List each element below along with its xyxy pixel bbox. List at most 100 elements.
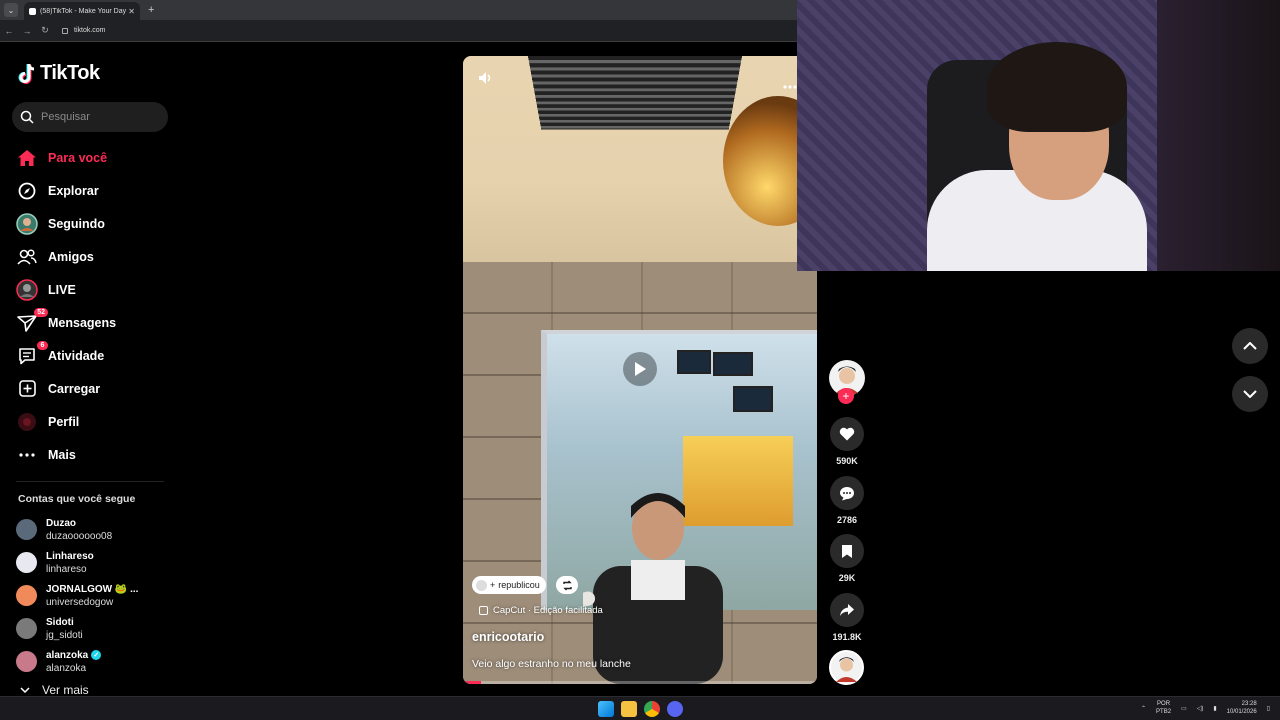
account-handle: alanzoka [46,662,87,674]
language-indicator[interactable]: POR PTB2 [1156,700,1171,716]
avatar [16,585,37,606]
activity-badge: 6 [37,340,48,350]
video-progress-bar[interactable] [463,681,817,684]
url-text: tiktok.com [74,27,106,34]
file-explorer-icon[interactable] [621,701,637,717]
see-more-link[interactable]: Ver mais [20,683,89,697]
volume-tray-icon[interactable]: ◁) [1197,705,1204,712]
account-name: Sidoti [46,616,74,628]
repost-plus-icon: + [490,580,496,590]
like-action[interactable]: 590K [828,417,866,466]
nav-messages[interactable]: 52 Mensagens [14,306,174,339]
bookmark-icon [842,544,852,558]
nav-profile[interactable]: Perfil [14,405,174,438]
nav-more[interactable]: Mais [14,438,174,471]
tiktok-logo[interactable]: TikTok [18,62,100,85]
account-item[interactable]: Duzao duzaoooooo08 [16,513,176,546]
webcam-overlay [797,0,1280,271]
back-icon[interactable]: ← [0,26,18,36]
notification-bell-icon[interactable]: ▯ [1267,705,1270,712]
search-box[interactable] [12,102,168,132]
share-action[interactable]: 191.8K [828,593,866,642]
share-icon [840,604,854,616]
account-name: alanzoka [46,649,89,661]
like-count: 590K [836,456,858,466]
clock[interactable]: 23:28 10/01/2026 [1227,700,1257,716]
webcam-hair [987,42,1127,132]
nav-activity[interactable]: 6 Atividade [14,339,174,372]
repost-chip[interactable]: + republicou [472,576,546,594]
friends-icon [14,244,40,270]
account-name: Duzao [46,517,76,529]
video-caption: Veio algo estranho no meu lanche [472,658,631,670]
chrome-icon[interactable] [644,701,660,717]
account-item[interactable]: Sidoti jg_sidoti [16,612,176,645]
new-tab-icon[interactable]: + [148,4,154,16]
comment-icon [840,486,854,500]
upload-icon [14,376,40,402]
search-input[interactable] [41,111,151,123]
account-handle: linhareso [46,563,87,575]
verified-badge-icon: ✓ [91,650,102,660]
home-icon [14,145,40,171]
close-tab-icon[interactable]: ✕ [128,7,135,16]
repost-label: republicou [498,580,540,590]
following-avatar-icon [14,211,40,237]
site-info-icon[interactable] [62,27,68,34]
chevron-up-icon [1243,342,1257,350]
nav-label: LIVE [48,282,76,297]
account-item[interactable]: JORNALGOW 🐸 ... universedogow [16,579,176,612]
show-hidden-icons-icon[interactable]: ⌃ [1141,705,1146,712]
nav-label: Perfil [48,414,80,429]
tiktok-note-icon [18,63,35,84]
discord-icon[interactable] [667,701,683,717]
tab-search-button[interactable]: ⌄ [4,3,18,17]
sidebar: TikTok Para você Explorar Seguindo [0,42,180,697]
battery-icon[interactable]: ▮ [1213,705,1216,712]
main-nav: Para você Explorar Seguindo Amigos LIVE [14,141,174,471]
play-button[interactable] [623,352,657,386]
save-action[interactable]: 29K [828,534,866,583]
follow-button[interactable]: + [838,388,854,404]
more-options-icon[interactable] [783,76,797,94]
tab-title: (58)TikTok - Make Your Day [40,7,127,15]
forward-icon[interactable]: → [18,26,36,36]
clock-date: 10/01/2026 [1226,709,1257,715]
network-icon[interactable]: ▭ [1181,705,1187,712]
avatar [16,552,37,573]
nav-label: Amigos [48,249,94,264]
browser-tab[interactable]: (58)TikTok - Make Your Day ✕ [24,2,140,20]
nav-label: Explorar [48,183,99,198]
nav-live[interactable]: LIVE [14,273,174,306]
save-count: 29K [838,573,856,583]
capcut-tag[interactable]: CapCut · Edição facilitada [479,605,603,616]
reload-icon[interactable]: ↻ [36,25,54,36]
tiktok-favicon-icon [29,7,36,15]
video-player[interactable]: + republicou CapCut · Edição facilitada … [463,56,817,684]
nav-upload[interactable]: Carregar [14,372,174,405]
activity-icon: 6 [14,340,48,369]
share-count: 191.8K [832,632,862,642]
sound-avatar[interactable] [829,650,864,685]
previous-video-button[interactable] [1232,328,1268,364]
repost-button[interactable] [556,576,578,594]
windows-start-icon[interactable] [598,701,614,717]
avatar [16,651,37,672]
more-icon [14,442,40,468]
account-item[interactable]: Linhareso linhareso [16,546,176,579]
chevron-down-icon [1243,390,1257,398]
next-video-button[interactable] [1232,376,1268,412]
comment-action[interactable]: 2786 [828,476,866,525]
video-author[interactable]: enricootario [472,630,544,644]
nav-following[interactable]: Seguindo [14,207,174,240]
account-name: JORNALGOW 🐸 ... [46,583,139,595]
avatar [16,519,37,540]
avatar [16,618,37,639]
nav-for-you[interactable]: Para você [14,141,174,174]
account-item[interactable]: alanzoka ✓ alanzoka [16,645,176,678]
nav-friends[interactable]: Amigos [14,240,174,273]
volume-icon[interactable] [477,70,493,91]
nav-explore[interactable]: Explorar [14,174,174,207]
url-field[interactable]: tiktok.com [62,27,106,34]
video-frame-vent [527,56,743,130]
